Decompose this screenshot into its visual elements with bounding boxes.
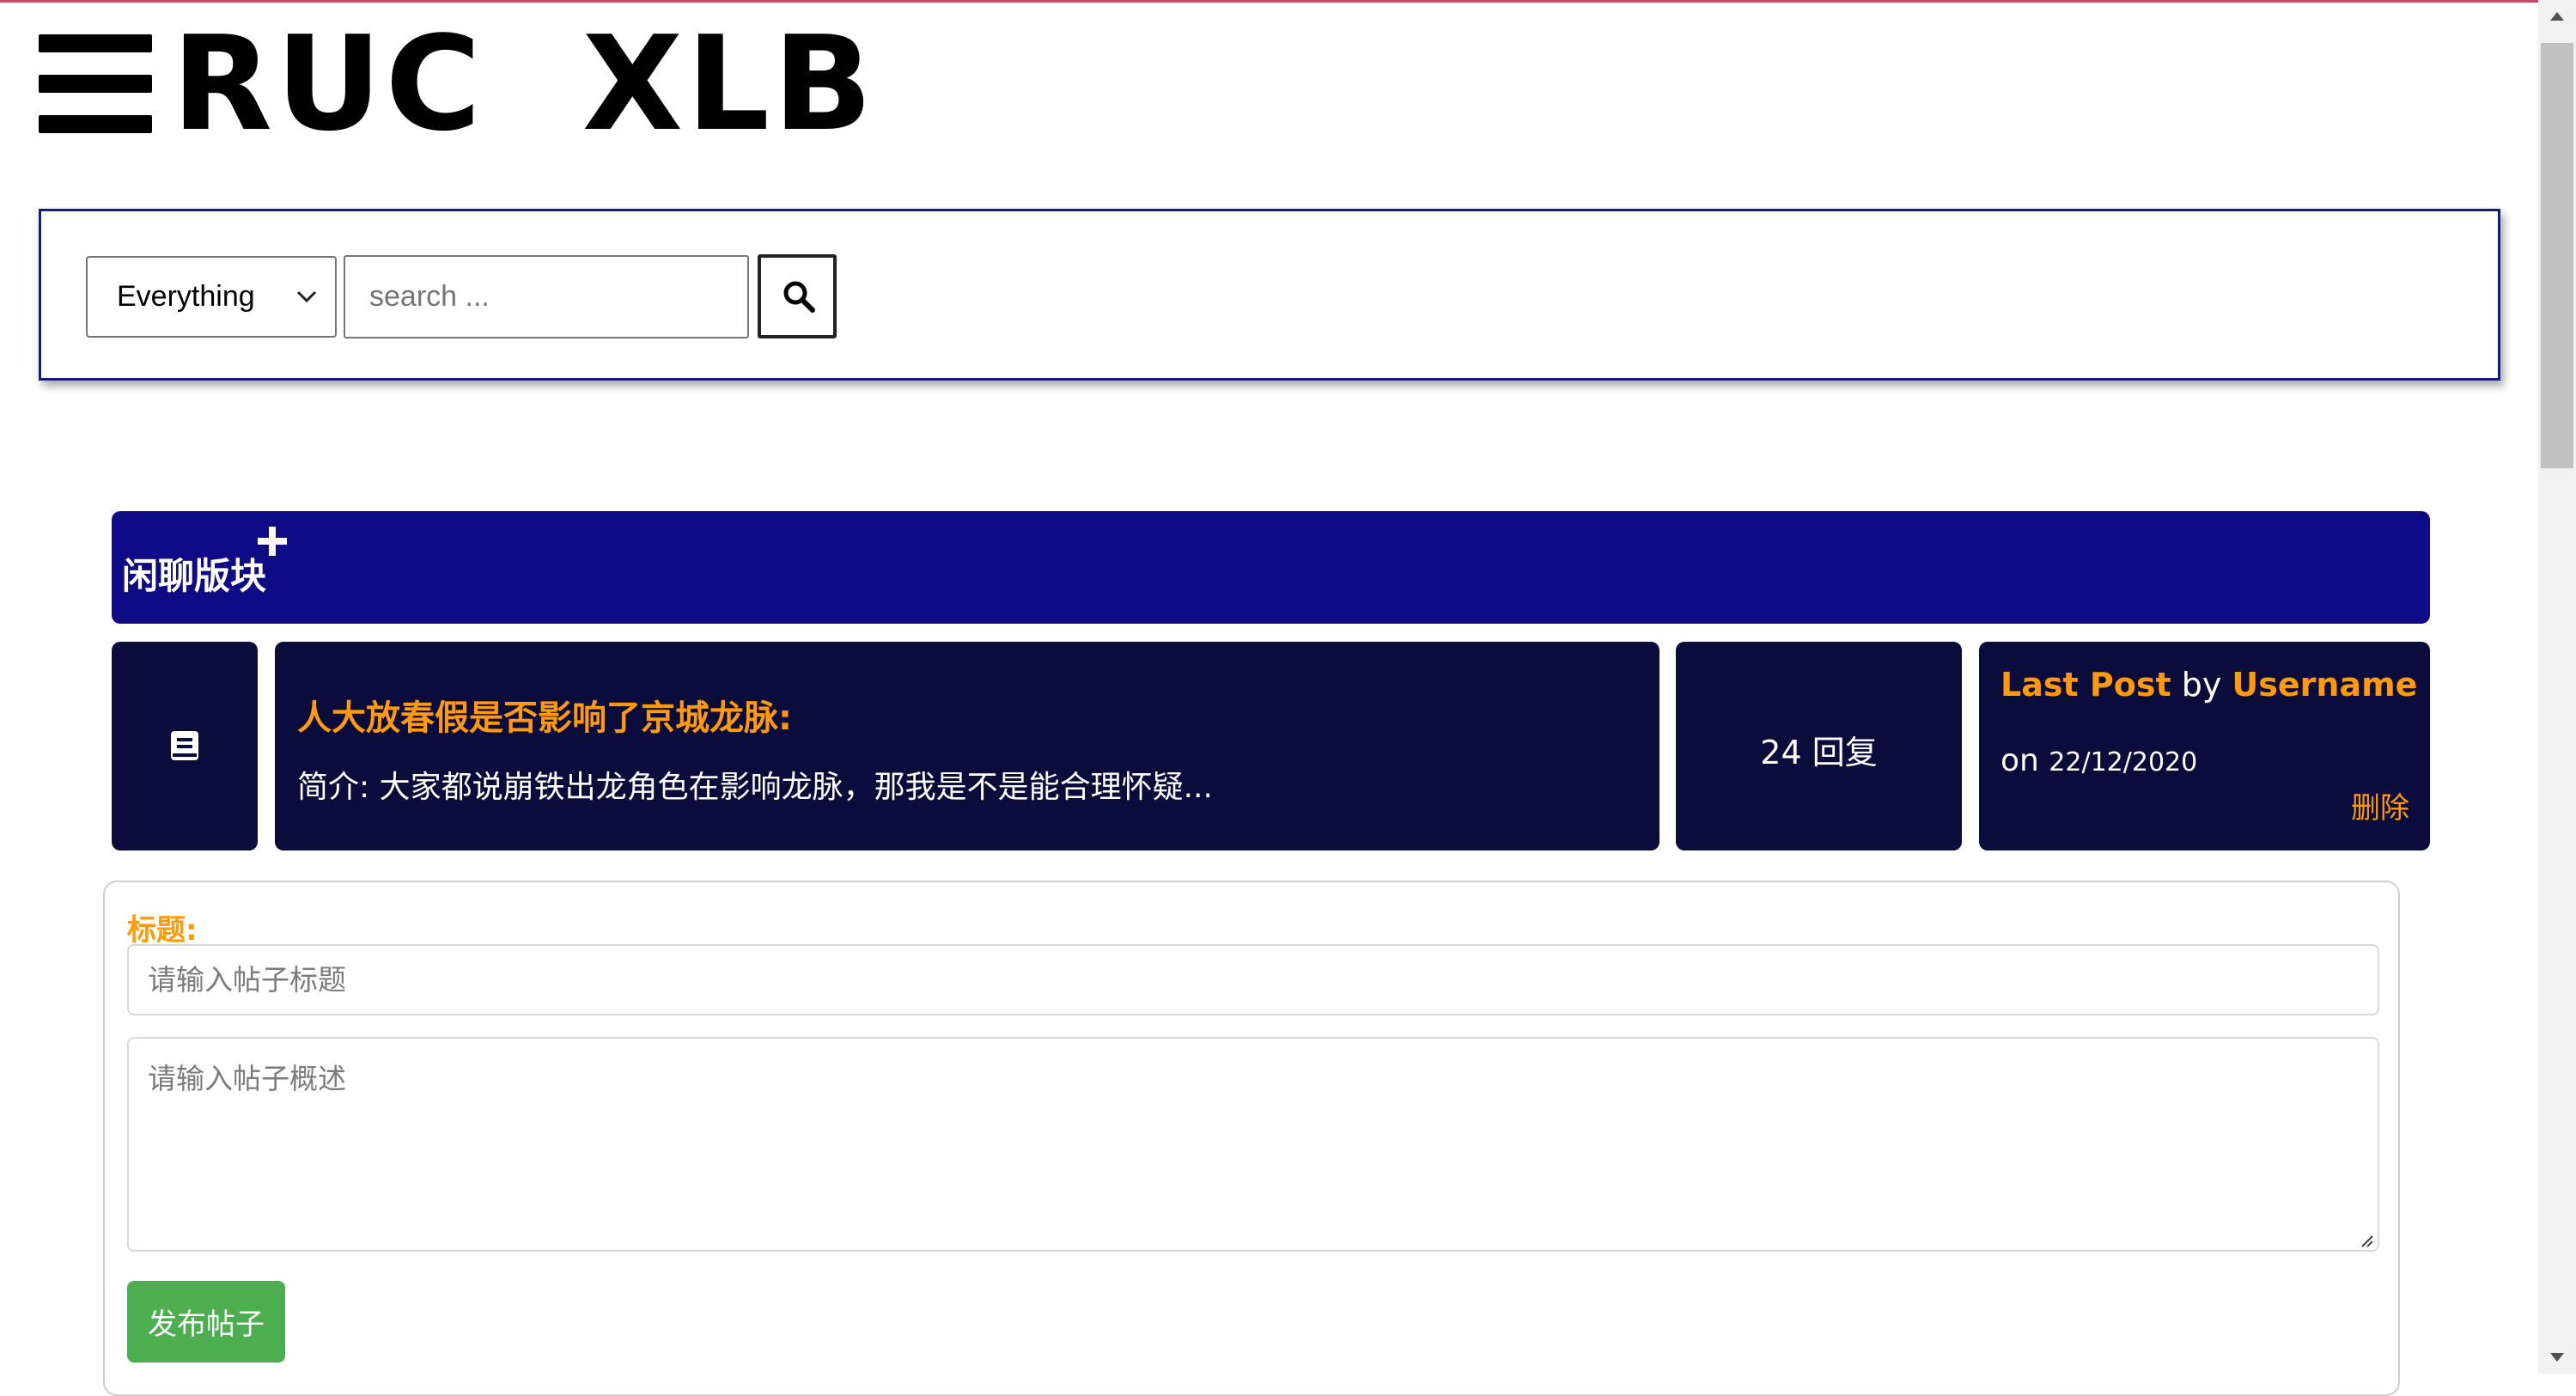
search-button[interactable] [758, 254, 837, 338]
post-summary-textarea[interactable] [127, 1037, 2379, 1252]
last-post-date: 22/12/2020 [2049, 747, 2198, 777]
search-scope-select[interactable]: Everything [86, 256, 337, 338]
username-link[interactable]: Username [2232, 666, 2417, 704]
forum-section-header: 闲聊版块 [112, 511, 2430, 624]
vertical-scrollbar[interactable] [2538, 0, 2576, 1374]
resize-grip-icon[interactable] [2357, 1231, 2374, 1248]
site-logo: RUC XLB [172, 8, 876, 160]
last-post-date-line: on 22/12/2020 [2001, 743, 2197, 778]
last-post-cell: Last Post by Username on 22/12/2020 删除 [1979, 642, 2430, 850]
topic-content-cell: 人大放春假是否影响了京城龙脉: 简介: 大家都说崩铁出龙角色在影响龙脉，那我是不… [275, 642, 1659, 850]
reply-count: 24 回复 [1760, 734, 1878, 771]
scroll-up-arrow-icon[interactable] [2550, 12, 2564, 21]
publish-post-button[interactable]: 发布帖子 [127, 1281, 285, 1362]
search-input[interactable] [344, 255, 749, 338]
chevron-down-icon [296, 290, 317, 303]
last-post-line: Last Post by Username [2001, 666, 2417, 704]
search-icon [783, 281, 815, 313]
search-scope-value: Everything [117, 280, 255, 313]
by-label: by [2181, 666, 2222, 704]
on-label: on [2001, 743, 2039, 778]
scrollbar-thumb[interactable] [2541, 43, 2573, 468]
scroll-down-arrow-icon[interactable] [2550, 1353, 2564, 1362]
new-post-form: 标题: 发布帖子 [103, 881, 2400, 1396]
topic-title-link[interactable]: 人大放春假是否影响了京城龙脉: [297, 690, 792, 740]
post-title-input[interactable] [127, 944, 2379, 1015]
topic-summary: 简介: 大家都说崩铁出龙角色在影响龙脉，那我是不是能合理怀疑... [297, 770, 1213, 805]
book-icon [171, 731, 198, 760]
section-title: 闲聊版块 [122, 555, 267, 597]
topic-icon-cell [112, 642, 258, 850]
search-panel: Everything [39, 209, 2500, 381]
topic-replies-cell: 24 回复 [1676, 642, 1962, 850]
delete-link[interactable]: 删除 [2351, 784, 2409, 826]
title-label: 标题: [127, 913, 198, 948]
top-border [0, 0, 2576, 3]
hamburger-menu-icon[interactable] [39, 34, 152, 133]
plus-icon[interactable] [258, 527, 287, 556]
last-post-label[interactable]: Last Post [2001, 666, 2171, 704]
